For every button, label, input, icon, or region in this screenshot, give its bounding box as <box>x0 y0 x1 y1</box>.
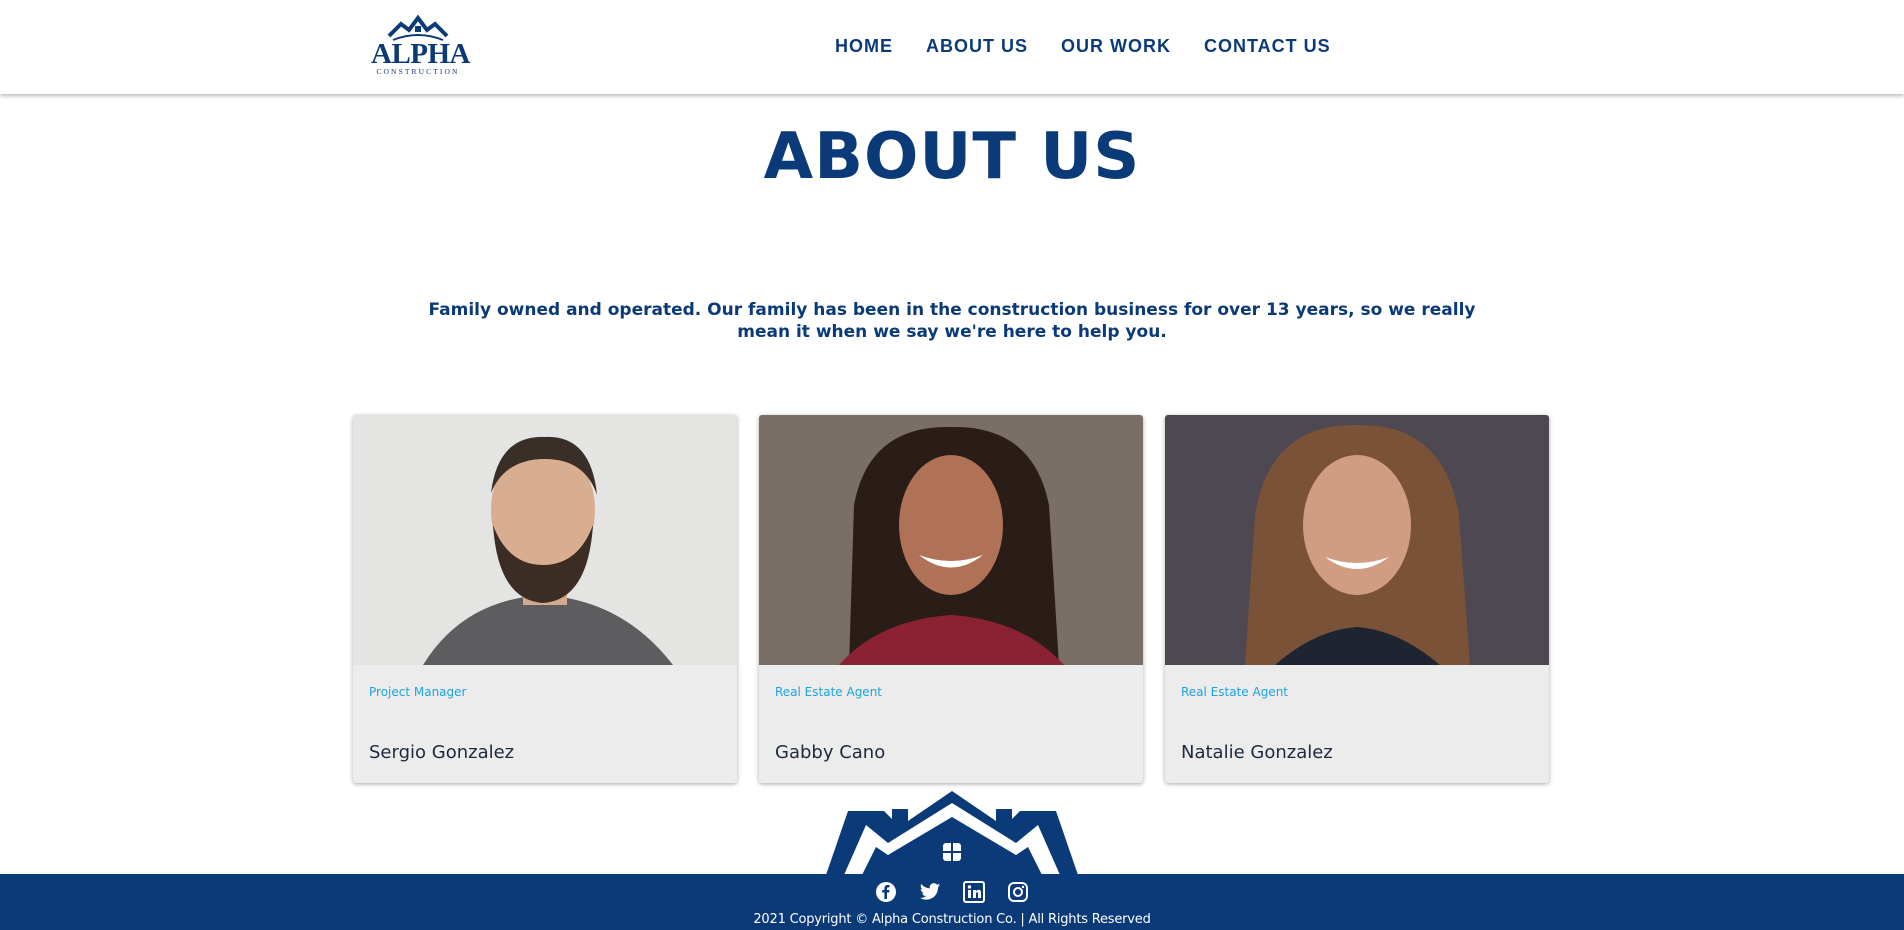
site-header: ALPHA CONSTRUCTION HOME ABOUT US OUR WOR… <box>0 0 1904 94</box>
logo[interactable]: ALPHA CONSTRUCTION <box>371 12 471 78</box>
copyright-text: 2021 Copyright © Alpha Construction Co. … <box>753 912 1151 927</box>
team-name: Gabby Cano <box>775 742 886 763</box>
main-nav: HOME ABOUT US OUR WORK CONTACT US <box>835 35 1364 57</box>
nav-contact-us[interactable]: CONTACT US <box>1204 35 1331 57</box>
team-photo <box>353 415 737 665</box>
nav-home[interactable]: HOME <box>835 35 893 57</box>
logo-subtitle: CONSTRUCTION <box>376 67 460 76</box>
nav-about-us[interactable]: ABOUT US <box>926 35 1028 57</box>
team-name: Natalie Gonzalez <box>1181 742 1333 763</box>
nav-our-work[interactable]: OUR WORK <box>1061 35 1171 57</box>
team-card[interactable]: Real Estate Agent Natalie Gonzalez <box>1165 415 1549 783</box>
team-role: Real Estate Agent <box>775 685 882 699</box>
team-photo <box>1165 415 1549 665</box>
team-photo <box>759 415 1143 665</box>
logo-text: ALPHA <box>371 38 471 70</box>
team-role: Project Manager <box>369 685 467 699</box>
instagram-icon[interactable] <box>1007 881 1029 903</box>
social-links <box>875 881 1029 903</box>
twitter-icon[interactable] <box>919 881 941 903</box>
footer-roof-icon <box>826 791 1078 875</box>
intro-text: Family owned and operated. Our family ha… <box>428 300 1476 342</box>
page-title: ABOUT US <box>763 120 1141 194</box>
facebook-icon[interactable] <box>875 881 897 903</box>
linkedin-icon[interactable] <box>963 881 985 903</box>
team-card[interactable]: Project Manager Sergio Gonzalez <box>353 415 737 783</box>
team-card[interactable]: Real Estate Agent Gabby Cano <box>759 415 1143 783</box>
team-role: Real Estate Agent <box>1181 685 1288 699</box>
team-name: Sergio Gonzalez <box>369 742 515 763</box>
